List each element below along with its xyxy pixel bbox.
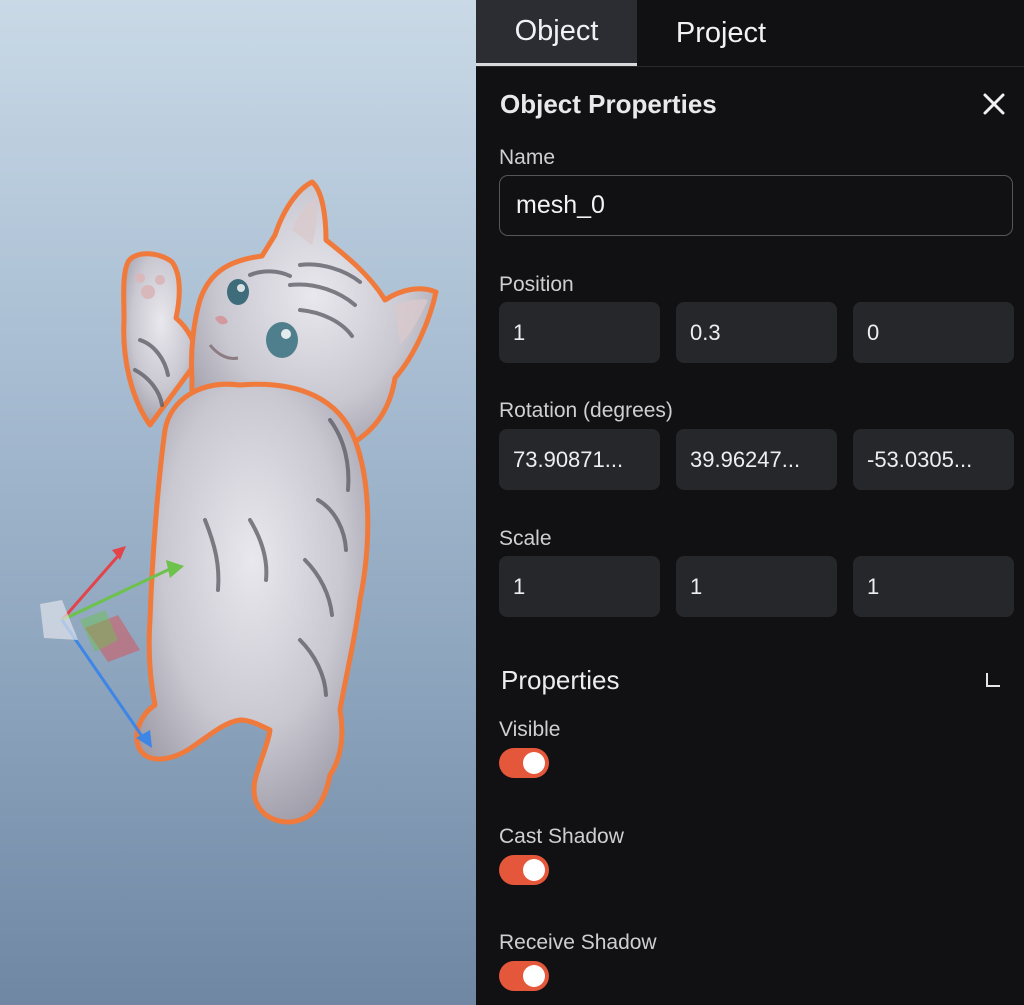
rotation-y-field[interactable]: 39.96247... — [676, 429, 837, 490]
receive-shadow-toggle[interactable] — [499, 961, 549, 991]
scale-row: 1 1 1 — [499, 556, 1014, 617]
visible-label: Visible — [499, 718, 561, 741]
object-properties-header: Object Properties — [500, 84, 1010, 124]
name-field[interactable]: mesh_0 — [499, 175, 1013, 236]
toggle-knob — [523, 965, 545, 987]
name-label: Name — [499, 146, 556, 169]
visible-toggle[interactable] — [499, 748, 549, 778]
cast-shadow-label: Cast Shadow — [499, 825, 624, 848]
scale-z-field[interactable]: 1 — [853, 556, 1014, 617]
properties-panel: Object Project Object Properties Name me… — [476, 0, 1024, 1005]
position-y-field[interactable]: 0.3 — [676, 302, 837, 363]
rotation-row: 73.90871... 39.96247... -53.0305... — [499, 429, 1014, 490]
tab-project[interactable]: Project — [637, 0, 805, 66]
close-icon[interactable] — [978, 88, 1010, 120]
cast-shadow-toggle[interactable] — [499, 855, 549, 885]
collapse-icon[interactable] — [986, 673, 1000, 687]
receive-shadow-label: Receive Shadow — [499, 931, 657, 954]
rotation-z-field[interactable]: -53.0305... — [853, 429, 1014, 490]
scale-x-field[interactable]: 1 — [499, 556, 660, 617]
kitten-model[interactable] — [0, 0, 476, 1005]
rotation-x-field[interactable]: 73.90871... — [499, 429, 660, 490]
toggle-knob — [523, 752, 545, 774]
panel-tabs: Object Project — [476, 0, 1024, 67]
scale-label: Scale — [499, 527, 552, 550]
properties-title: Properties — [501, 664, 620, 695]
properties-header: Properties — [501, 660, 1003, 700]
rotation-label: Rotation (degrees) — [499, 399, 673, 422]
object-properties-title: Object Properties — [500, 88, 717, 119]
tab-object[interactable]: Object — [476, 0, 637, 66]
position-row: 1 0.3 0 — [499, 302, 1014, 363]
3d-viewport[interactable] — [0, 0, 476, 1005]
scale-y-field[interactable]: 1 — [676, 556, 837, 617]
position-label: Position — [499, 273, 574, 296]
position-z-field[interactable]: 0 — [853, 302, 1014, 363]
position-x-field[interactable]: 1 — [499, 302, 660, 363]
toggle-knob — [523, 859, 545, 881]
